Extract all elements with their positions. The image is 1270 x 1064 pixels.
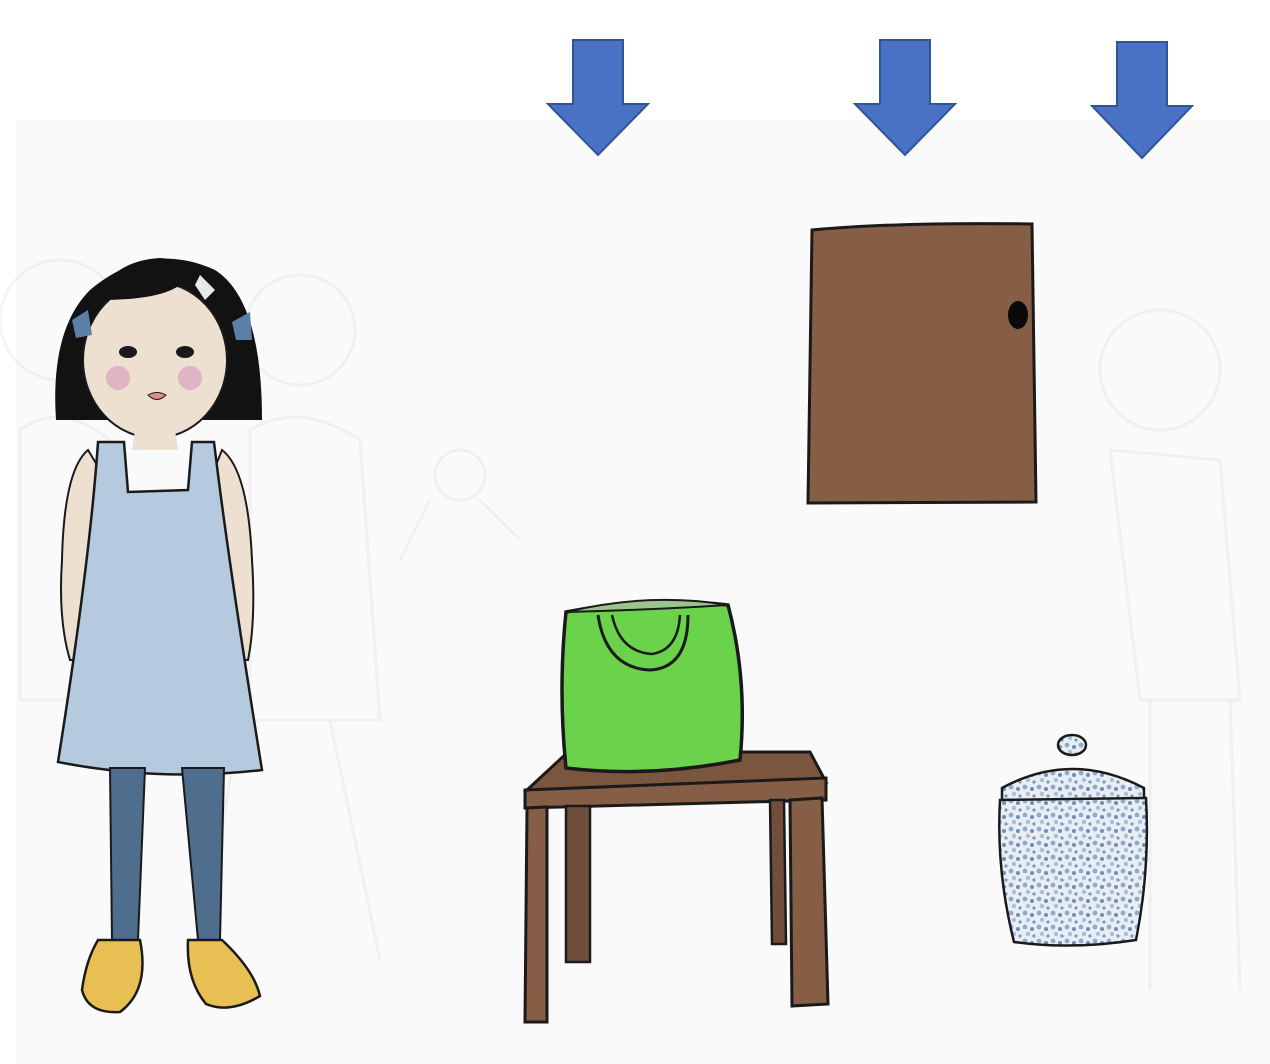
down-arrow-1	[545, 39, 651, 157]
bag	[560, 598, 745, 774]
down-arrow-3	[1089, 41, 1195, 160]
table	[523, 750, 830, 1024]
door-knob	[1008, 301, 1028, 329]
jar	[998, 733, 1149, 947]
girl-face	[82, 281, 228, 439]
scene	[0, 0, 1270, 1064]
illustration	[0, 39, 1242, 1024]
door	[806, 222, 1038, 505]
girl	[55, 258, 264, 1014]
down-arrow-2	[852, 39, 958, 157]
